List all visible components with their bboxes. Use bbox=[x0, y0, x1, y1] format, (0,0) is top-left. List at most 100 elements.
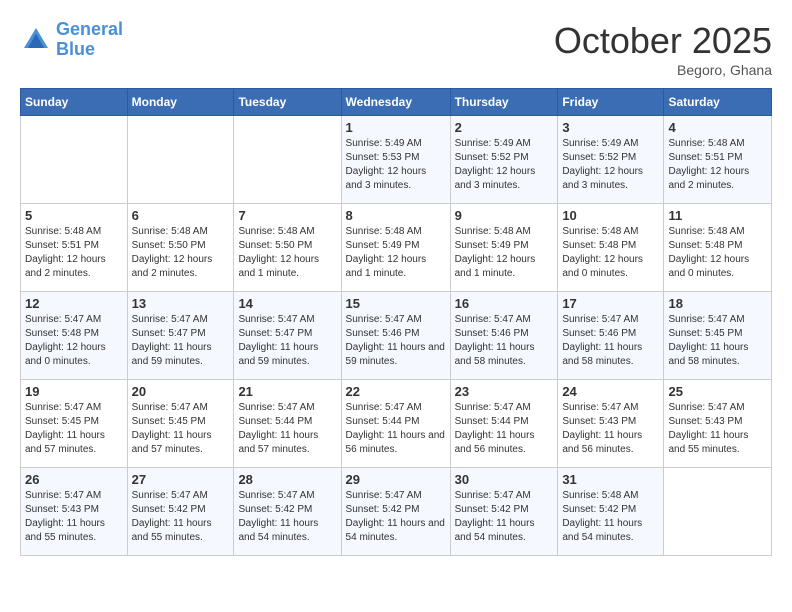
day-info: Sunrise: 5:47 AM Sunset: 5:43 PM Dayligh… bbox=[668, 401, 767, 457]
day-number: 19 bbox=[25, 384, 123, 399]
calendar-cell bbox=[234, 116, 341, 204]
day-number: 1 bbox=[346, 120, 446, 135]
calendar-cell: 19Sunrise: 5:47 AM Sunset: 5:45 PM Dayli… bbox=[21, 380, 128, 468]
header-saturday: Saturday bbox=[664, 89, 772, 116]
page-header: General Blue October 2025 Begoro, Ghana bbox=[20, 20, 772, 78]
day-info: Sunrise: 5:47 AM Sunset: 5:47 PM Dayligh… bbox=[238, 313, 336, 369]
day-info: Sunrise: 5:48 AM Sunset: 5:51 PM Dayligh… bbox=[668, 137, 767, 193]
day-info: Sunrise: 5:47 AM Sunset: 5:46 PM Dayligh… bbox=[455, 313, 554, 369]
calendar-cell: 22 Sunrise: 5:47 AM Sunset: 5:44 PM Dayli… bbox=[341, 380, 450, 468]
day-info: Sunrise: 5:47 AM Sunset: 5:42 PM Dayligh… bbox=[346, 489, 446, 545]
week-row-5: 26Sunrise: 5:47 AM Sunset: 5:43 PM Dayli… bbox=[21, 468, 772, 556]
logo-icon bbox=[20, 24, 52, 56]
calendar-cell: 11Sunrise: 5:48 AM Sunset: 5:48 PM Dayli… bbox=[664, 204, 772, 292]
day-number: 5 bbox=[25, 208, 123, 223]
calendar-cell: 17Sunrise: 5:47 AM Sunset: 5:46 PM Dayli… bbox=[558, 292, 664, 380]
calendar-cell: 1 Sunrise: 5:49 AM Sunset: 5:53 PM Daylig… bbox=[341, 116, 450, 204]
day-number: 7 bbox=[238, 208, 336, 223]
day-number: 29 bbox=[346, 472, 446, 487]
calendar-cell bbox=[664, 468, 772, 556]
day-number: 14 bbox=[238, 296, 336, 311]
calendar-cell: 26Sunrise: 5:47 AM Sunset: 5:43 PM Dayli… bbox=[21, 468, 128, 556]
calendar-cell: 5 Sunrise: 5:48 AM Sunset: 5:51 PM Daylig… bbox=[21, 204, 128, 292]
calendar-cell: 24 Sunrise: 5:47 AM Sunset: 5:43 PM Dayli… bbox=[558, 380, 664, 468]
day-info: Sunrise: 5:49 AM Sunset: 5:53 PM Dayligh… bbox=[346, 137, 446, 193]
day-number: 30 bbox=[455, 472, 554, 487]
day-info: Sunrise: 5:48 AM Sunset: 5:50 PM Dayligh… bbox=[132, 225, 230, 281]
calendar-cell: 13 Sunrise: 5:47 AM Sunset: 5:47 PM Dayli… bbox=[127, 292, 234, 380]
calendar-cell: 12 Sunrise: 5:47 AM Sunset: 5:48 PM Dayli… bbox=[21, 292, 128, 380]
day-number: 26 bbox=[25, 472, 123, 487]
day-info: Sunrise: 5:47 AM Sunset: 5:44 PM Dayligh… bbox=[346, 401, 446, 457]
day-info: Sunrise: 5:48 AM Sunset: 5:48 PM Dayligh… bbox=[562, 225, 659, 281]
day-info: Sunrise: 5:49 AM Sunset: 5:52 PM Dayligh… bbox=[562, 137, 659, 193]
title-block: October 2025 Begoro, Ghana bbox=[554, 20, 772, 78]
day-number: 23 bbox=[455, 384, 554, 399]
header-thursday: Thursday bbox=[450, 89, 558, 116]
calendar-cell: 6 Sunrise: 5:48 AM Sunset: 5:50 PM Daylig… bbox=[127, 204, 234, 292]
calendar-cell: 3 Sunrise: 5:49 AM Sunset: 5:52 PM Daylig… bbox=[558, 116, 664, 204]
calendar-cell: 29 Sunrise: 5:47 AM Sunset: 5:42 PM Dayli… bbox=[341, 468, 450, 556]
month-title: October 2025 bbox=[554, 20, 772, 62]
day-number: 25 bbox=[668, 384, 767, 399]
calendar-cell: 27Sunrise: 5:47 AM Sunset: 5:42 PM Dayli… bbox=[127, 468, 234, 556]
calendar-cell: 23 Sunrise: 5:47 AM Sunset: 5:44 PM Dayli… bbox=[450, 380, 558, 468]
day-number: 11 bbox=[668, 208, 767, 223]
calendar-cell bbox=[127, 116, 234, 204]
day-info: Sunrise: 5:47 AM Sunset: 5:43 PM Dayligh… bbox=[562, 401, 659, 457]
day-info: Sunrise: 5:48 AM Sunset: 5:42 PM Dayligh… bbox=[562, 489, 659, 545]
calendar-cell: 21Sunrise: 5:47 AM Sunset: 5:44 PM Dayli… bbox=[234, 380, 341, 468]
calendar-cell bbox=[21, 116, 128, 204]
day-number: 13 bbox=[132, 296, 230, 311]
calendar-cell: 4 Sunrise: 5:48 AM Sunset: 5:51 PM Daylig… bbox=[664, 116, 772, 204]
day-number: 24 bbox=[562, 384, 659, 399]
day-info: Sunrise: 5:47 AM Sunset: 5:48 PM Dayligh… bbox=[25, 313, 123, 369]
day-info: Sunrise: 5:47 AM Sunset: 5:45 PM Dayligh… bbox=[668, 313, 767, 369]
calendar-cell: 31Sunrise: 5:48 AM Sunset: 5:42 PM Dayli… bbox=[558, 468, 664, 556]
calendar-table: SundayMondayTuesdayWednesdayThursdayFrid… bbox=[20, 88, 772, 556]
week-row-4: 19 Sunrise: 5:47 AM Sunset: 5:45 PM Dayli… bbox=[21, 380, 772, 468]
calendar-cell: 8 Sunrise: 5:48 AM Sunset: 5:49 PM Daylig… bbox=[341, 204, 450, 292]
day-number: 21 bbox=[238, 384, 336, 399]
day-info: Sunrise: 5:47 AM Sunset: 5:45 PM Dayligh… bbox=[132, 401, 230, 457]
day-number: 4 bbox=[668, 120, 767, 135]
calendar-cell: 14 Sunrise: 5:47 AM Sunset: 5:47 PM Dayli… bbox=[234, 292, 341, 380]
day-number: 22 bbox=[346, 384, 446, 399]
day-number: 20 bbox=[132, 384, 230, 399]
day-number: 6 bbox=[132, 208, 230, 223]
calendar-cell: 15 Sunrise: 5:47 AM Sunset: 5:46 PM Dayli… bbox=[341, 292, 450, 380]
day-info: Sunrise: 5:47 AM Sunset: 5:42 PM Dayligh… bbox=[455, 489, 554, 545]
day-number: 10 bbox=[562, 208, 659, 223]
calendar-cell: 25 Sunrise: 5:47 AM Sunset: 5:43 PM Dayli… bbox=[664, 380, 772, 468]
day-info: Sunrise: 5:48 AM Sunset: 5:51 PM Dayligh… bbox=[25, 225, 123, 281]
day-number: 28 bbox=[238, 472, 336, 487]
calendar-cell: 28Sunrise: 5:47 AM Sunset: 5:42 PM Dayli… bbox=[234, 468, 341, 556]
header-monday: Monday bbox=[127, 89, 234, 116]
week-row-3: 12 Sunrise: 5:47 AM Sunset: 5:48 PM Dayli… bbox=[21, 292, 772, 380]
day-info: Sunrise: 5:47 AM Sunset: 5:46 PM Dayligh… bbox=[346, 313, 446, 369]
day-info: Sunrise: 5:47 AM Sunset: 5:47 PM Dayligh… bbox=[132, 313, 230, 369]
logo-text: General Blue bbox=[56, 20, 123, 60]
day-info: Sunrise: 5:48 AM Sunset: 5:49 PM Dayligh… bbox=[346, 225, 446, 281]
calendar-header-row: SundayMondayTuesdayWednesdayThursdayFrid… bbox=[21, 89, 772, 116]
calendar-cell: 2Sunrise: 5:49 AM Sunset: 5:52 PM Daylig… bbox=[450, 116, 558, 204]
calendar-cell: 18 Sunrise: 5:47 AM Sunset: 5:45 PM Dayli… bbox=[664, 292, 772, 380]
week-row-1: 1 Sunrise: 5:49 AM Sunset: 5:53 PM Daylig… bbox=[21, 116, 772, 204]
calendar-cell: 30 Sunrise: 5:47 AM Sunset: 5:42 PM Dayli… bbox=[450, 468, 558, 556]
day-number: 8 bbox=[346, 208, 446, 223]
header-wednesday: Wednesday bbox=[341, 89, 450, 116]
location: Begoro, Ghana bbox=[554, 62, 772, 78]
day-number: 27 bbox=[132, 472, 230, 487]
day-number: 3 bbox=[562, 120, 659, 135]
day-info: Sunrise: 5:47 AM Sunset: 5:44 PM Dayligh… bbox=[455, 401, 554, 457]
day-number: 17 bbox=[562, 296, 659, 311]
header-sunday: Sunday bbox=[21, 89, 128, 116]
day-number: 9 bbox=[455, 208, 554, 223]
calendar-cell: 16Sunrise: 5:47 AM Sunset: 5:46 PM Dayli… bbox=[450, 292, 558, 380]
calendar-cell: 20 Sunrise: 5:47 AM Sunset: 5:45 PM Dayli… bbox=[127, 380, 234, 468]
header-friday: Friday bbox=[558, 89, 664, 116]
day-number: 15 bbox=[346, 296, 446, 311]
day-number: 12 bbox=[25, 296, 123, 311]
day-number: 18 bbox=[668, 296, 767, 311]
header-tuesday: Tuesday bbox=[234, 89, 341, 116]
